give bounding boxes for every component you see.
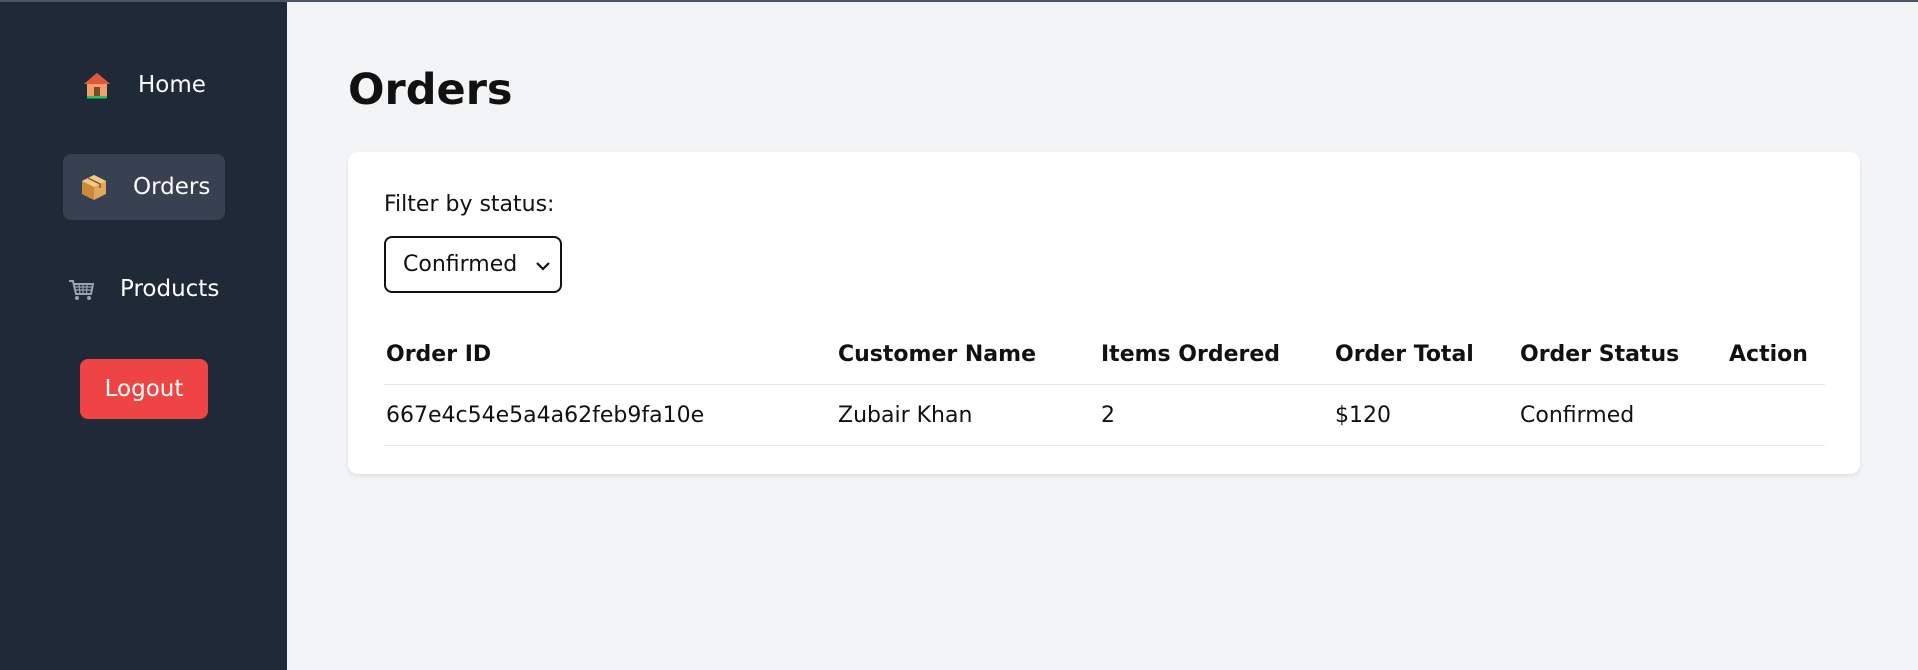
status-filter-select[interactable]: Confirmed — [384, 236, 562, 293]
filter-label: Filter by status: — [384, 192, 555, 217]
column-header-order-total: Order Total — [1333, 324, 1518, 385]
cell-action — [1727, 384, 1825, 446]
sidebar-item-orders[interactable]: Orders — [63, 154, 225, 220]
house-icon — [80, 68, 114, 102]
package-icon — [77, 170, 111, 204]
sidebar-item-label: Products — [120, 276, 220, 302]
status-filter-value: Confirmed — [403, 252, 518, 277]
column-header-items-ordered: Items Ordered — [1099, 324, 1333, 385]
sidebar-item-home[interactable]: Home — [80, 64, 206, 106]
top-border — [0, 0, 1918, 2]
table-row: 667e4c54e5a4a62feb9fa10e Zubair Khan 2 $… — [384, 384, 1825, 446]
column-header-order-id: Order ID — [384, 324, 836, 385]
cell-order-status: Confirmed — [1518, 384, 1727, 446]
page-title: Orders — [348, 65, 513, 115]
table-header-row: Order ID Customer Name Items Ordered Ord… — [384, 324, 1825, 385]
sidebar: Home Orders Products Logout — [0, 2, 287, 670]
logout-button[interactable]: Logout — [80, 359, 208, 419]
cell-order-id: 667e4c54e5a4a62feb9fa10e — [384, 384, 836, 446]
cell-items-ordered: 2 — [1099, 384, 1333, 446]
column-header-order-status: Order Status — [1518, 324, 1727, 385]
cell-order-total: $120 — [1333, 384, 1518, 446]
shopping-cart-icon — [64, 272, 98, 306]
sidebar-item-label: Orders — [133, 174, 211, 200]
sidebar-item-label: Home — [138, 72, 206, 98]
cell-customer-name: Zubair Khan — [836, 384, 1099, 446]
orders-table: Order ID Customer Name Items Ordered Ord… — [384, 324, 1825, 446]
column-header-action: Action — [1727, 324, 1825, 385]
column-header-customer-name: Customer Name — [836, 324, 1099, 385]
chevron-down-icon — [534, 256, 552, 274]
orders-card: Filter by status: Confirmed Order ID Cus… — [348, 152, 1860, 474]
sidebar-item-products[interactable]: Products — [64, 268, 219, 310]
